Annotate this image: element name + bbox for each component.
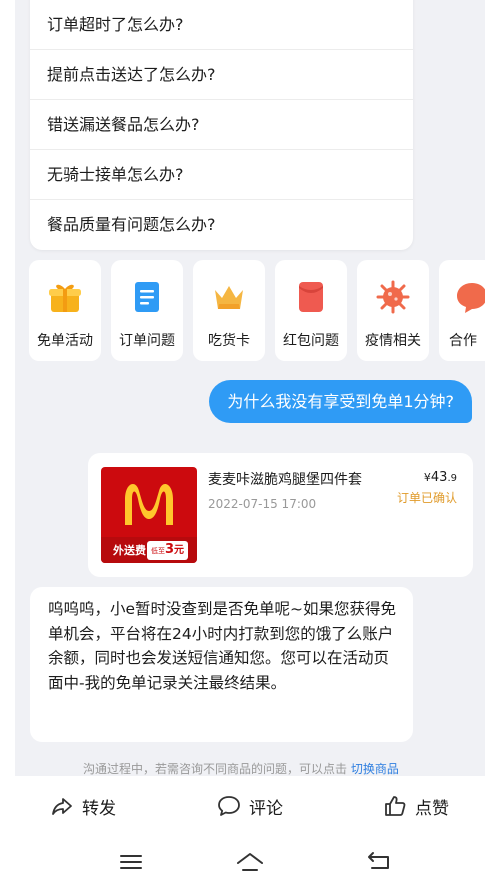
quick-action-label: 疫情相关: [365, 333, 421, 349]
chat-heart-icon: [457, 283, 485, 313]
faq-item[interactable]: 无骑士接单怎么办?: [30, 150, 413, 200]
order-date: 2022-07-15 17:00: [208, 497, 317, 511]
quick-action-label: 红包问题: [283, 333, 339, 349]
crown-icon: [215, 286, 243, 309]
price-integer: 43: [430, 470, 448, 485]
delivery-fee-small: 低至: [150, 547, 165, 555]
home-icon[interactable]: [235, 848, 265, 876]
quick-action-epidemic[interactable]: 疫情相关: [357, 260, 429, 361]
system-navigation-bar: [0, 836, 500, 889]
document-icon: [135, 282, 159, 312]
thumbs-up-icon: [385, 796, 406, 816]
quick-action-label: 订单问题: [119, 333, 175, 349]
bot-message-bubble: 呜呜呜，小e暂时没查到是否免单呢~如果您获得免单机会，平台将在24小时内打款到您…: [30, 587, 413, 742]
switch-product-hint: 沟通过程中，若需咨询不同商品的问题，可以点击 切换商品: [83, 760, 399, 777]
virus-icon: [376, 280, 410, 314]
faq-card: 订单超时了怎么办? 提前点击送达了怎么办? 错送漏送餐品怎么办? 无骑士接单怎么…: [30, 0, 413, 250]
quick-action-cooperation[interactable]: 合作: [439, 260, 485, 361]
order-card[interactable]: 外送费 低至3元 麦麦咔滋脆鸡腿堡四件套 2022-07-15 17:00 ¥4…: [88, 453, 473, 577]
red-envelope-icon: [299, 282, 323, 312]
quick-action-foodie-card[interactable]: 吃货卡: [193, 260, 265, 361]
comment-button[interactable]: 评论: [217, 776, 283, 836]
price-decimal: .9: [447, 473, 457, 484]
faq-item[interactable]: 错送漏送餐品怎么办?: [30, 100, 413, 150]
delivery-fee-badge: 低至3元: [146, 541, 188, 560]
order-title: 麦麦咔滋脆鸡腿堡四件套: [208, 472, 362, 488]
action-bar: 转发 评论 点赞: [0, 776, 500, 836]
quick-action-label: 合作: [449, 333, 477, 349]
quick-action-label: 免单活动: [37, 333, 93, 349]
faq-item[interactable]: 订单超时了怎么办?: [30, 0, 413, 50]
share-label: 转发: [82, 798, 116, 819]
user-message-bubble: 为什么我没有享受到免单1分钟?: [209, 380, 472, 423]
switch-product-link[interactable]: 切换商品: [351, 762, 399, 776]
delivery-fee-unit: 元: [174, 545, 184, 556]
mcdonalds-logo-icon: [125, 484, 173, 525]
like-label: 点赞: [415, 798, 449, 819]
quick-action-label: 吃货卡: [208, 333, 250, 349]
share-button[interactable]: 转发: [50, 776, 116, 836]
delivery-fee-value: 3: [164, 542, 174, 557]
order-thumbnail: 外送费 低至3元: [101, 467, 197, 563]
quick-actions-row: 免单活动 订单问题 吃货卡 红包问题 疫情相关 合作: [29, 260, 485, 361]
faq-item[interactable]: 餐品质量有问题怎么办?: [30, 200, 413, 250]
comment-label: 评论: [249, 798, 283, 819]
like-button[interactable]: 点赞: [383, 776, 449, 836]
order-price: ¥43.9: [424, 470, 457, 485]
delivery-fee-strip: 外送费 低至3元: [101, 537, 197, 563]
share-icon: [52, 798, 72, 815]
faq-item[interactable]: 提前点击送达了怎么办?: [30, 50, 413, 100]
quick-action-red-envelope[interactable]: 红包问题: [275, 260, 347, 361]
back-icon[interactable]: [364, 848, 394, 876]
hint-text: 沟通过程中，若需咨询不同商品的问题，可以点击: [83, 762, 348, 776]
gift-icon: [49, 284, 81, 312]
quick-action-order-issue[interactable]: 订单问题: [111, 260, 183, 361]
price-symbol: ¥: [423, 471, 431, 484]
delivery-fee-label: 外送费: [113, 544, 146, 557]
order-status: 订单已确认: [396, 491, 457, 505]
quick-action-free-order[interactable]: 免单活动: [29, 260, 101, 361]
comment-icon: [218, 796, 240, 816]
menu-icon[interactable]: [116, 848, 146, 876]
